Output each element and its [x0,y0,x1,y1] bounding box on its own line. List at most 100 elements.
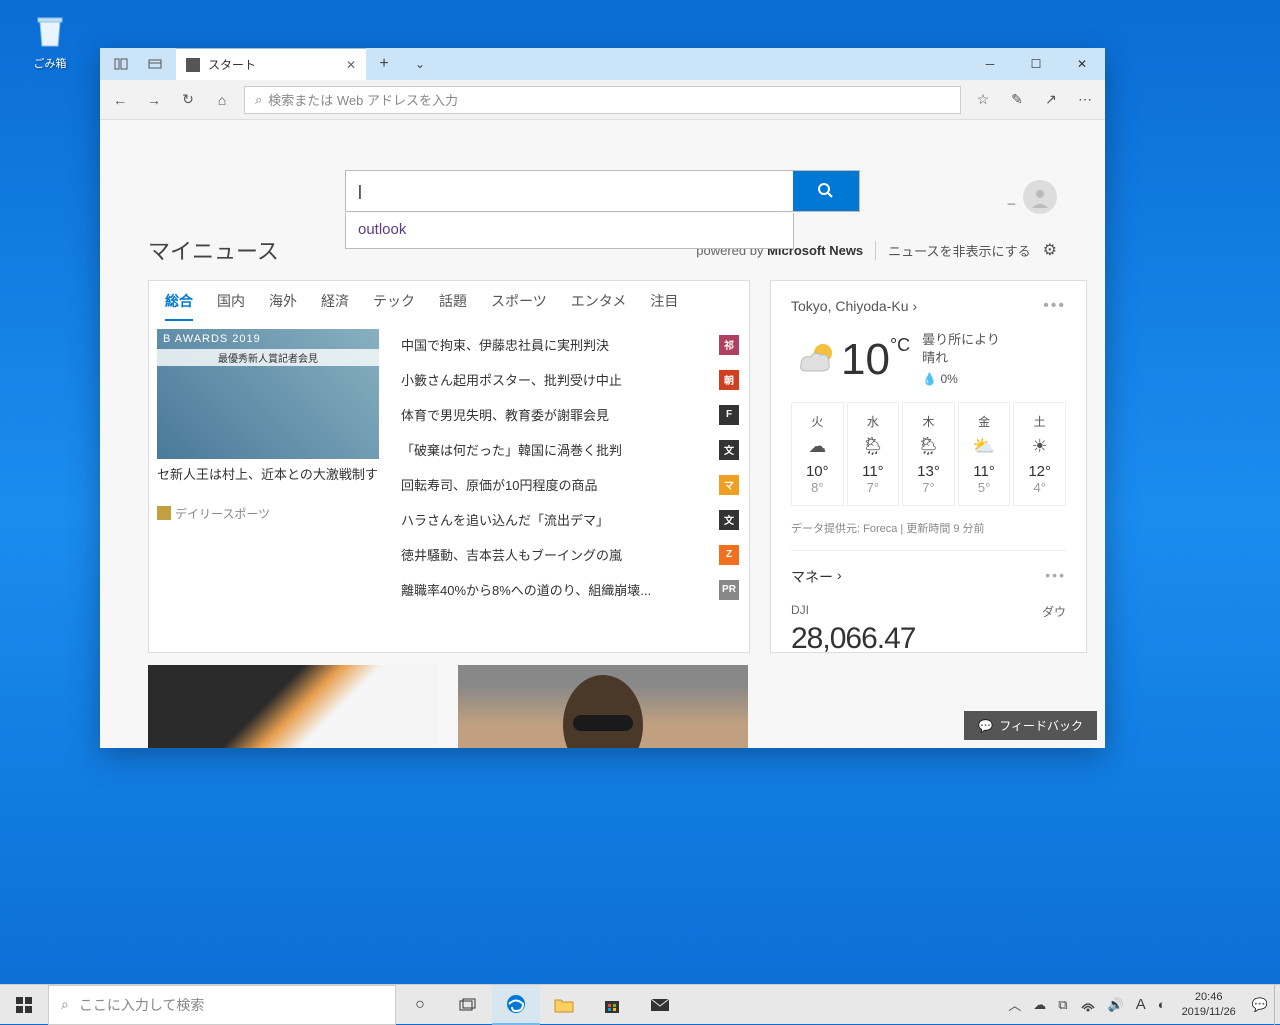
active-tab[interactable]: スタート ✕ [176,48,366,80]
forecast-row: 火☁10°8°水🌦11°7°木🌦13°7°金⛅11°5°土☀12°4° [791,402,1066,506]
new-tab-button[interactable]: + [366,48,402,80]
tray-ime-icon[interactable]: A [1130,996,1152,1013]
headline-row[interactable]: 回転寿司、原価が10円程度の商品マ [401,467,739,502]
taskbar-search-placeholder: ここに入力して検索 [79,995,205,1015]
news-image-card-2[interactable] [458,665,748,748]
forecast-day[interactable]: 土☀12°4° [1013,402,1066,506]
tab-favicon-icon [186,58,200,72]
app-store[interactable] [588,985,636,1025]
weather-desc: 曇り所により晴れ [922,331,1012,367]
forecast-day[interactable]: 水🌦11°7° [847,402,900,506]
tray-volume-icon[interactable]: 🔊 [1102,997,1130,1013]
weather-now-icon [791,335,841,385]
index-symbol: DJI [791,603,809,620]
feedback-icon: 💬 [978,719,993,733]
settings-icon[interactable]: ⚙ [1043,240,1057,260]
maximize-button[interactable]: ☐ [1013,48,1059,80]
tray-onedrive-icon[interactable]: ☁ [1027,997,1052,1013]
news-tab[interactable]: エンタメ [571,291,627,321]
tab-menu-icon[interactable]: ⌄ [402,48,438,80]
refresh-button[interactable]: ↻ [176,88,200,112]
news-tab[interactable]: 国内 [217,291,245,321]
forward-button[interactable]: → [142,88,166,112]
recycle-bin[interactable]: ごみ箱 [20,10,80,71]
share-button[interactable]: ↗ [1039,88,1063,112]
news-tab[interactable]: 話題 [439,291,467,321]
tray-notifications-icon[interactable]: 💬 [1246,997,1274,1013]
headlines-list: 中国で拘束、伊藤忠社員に実刑判決祁小籔さん起用ポスター、批判受け中止朝体育で男児… [379,321,749,613]
notes-button[interactable]: ✎ [1005,88,1029,112]
news-tabs: 総合国内海外経済テック話題スポーツエンタメ注目 [149,281,749,321]
close-window-button[interactable]: ✕ [1059,48,1105,80]
featured-title: セ新人王は村上、近本との大激戦制す [157,465,379,485]
featured-image: B AWARDS 2019 最優秀新人賞記者会見 [157,329,379,459]
headline-row[interactable]: 徳井騒動、吉本芸人もブーイングの嵐Z [401,537,739,572]
headline-row[interactable]: 離職率40%から8%への道のり、組織崩壊...PR [401,572,739,607]
app-explorer[interactable] [540,985,588,1025]
hide-news-link[interactable]: ニュースを非表示にする [875,241,1030,260]
page-search-input[interactable] [346,171,793,211]
news-tab[interactable]: 総合 [165,291,193,321]
headline-row[interactable]: 小籔さん起用ポスター、批判受け中止朝 [401,362,739,397]
page-content: outlook _ マイニュース powered by Microsoft Ne… [100,120,1105,748]
home-button[interactable]: ⌂ [210,88,234,112]
taskbar: ⌕ ここに入力して検索 ○ ︿ ☁ ⧉ 🔊 A ◐ 20:46 2019/11/… [0,984,1280,1024]
start-button[interactable] [0,985,48,1025]
task-view-icon[interactable] [444,985,492,1025]
weather-card: Tokyo, Chiyoda-Ku › ••• 10 °C 曇り所により晴れ 💧… [770,280,1087,653]
weather-rain: 💧 0% [922,371,1012,388]
tab-close-icon[interactable]: ✕ [346,58,356,72]
news-tab[interactable]: 海外 [269,291,297,321]
news-tab[interactable]: 注目 [650,291,678,321]
tray-network-icon[interactable] [1074,998,1102,1012]
favorites-button[interactable]: ☆ [971,88,995,112]
taskbar-search[interactable]: ⌕ ここに入力して検索 [48,985,396,1025]
forecast-day[interactable]: 木🌦13°7° [902,402,955,506]
news-tab[interactable]: 経済 [321,291,349,321]
tray-chevron-icon[interactable]: ︿ [1002,995,1027,1014]
headline-row[interactable]: 中国で拘束、伊藤忠社員に実刑判決祁 [401,327,739,362]
weather-temp: 10 [841,335,890,385]
show-desktop-button[interactable] [1274,985,1280,1025]
page-search-button[interactable] [793,171,859,211]
news-card: 総合国内海外経済テック話題スポーツエンタメ注目 B AWARDS 2019 最優… [148,280,750,653]
cortana-icon[interactable]: ○ [396,985,444,1025]
weather-attribution: データ提供元: Foreca | 更新時間 9 分前 [791,520,1066,551]
tray-ime-mode-icon[interactable]: ◐ [1152,997,1172,1012]
feedback-button[interactable]: 💬 フィードバック [964,711,1097,740]
tray-vm-icon[interactable]: ⧉ [1052,997,1073,1013]
toolbar: ← → ↻ ⌂ ⌕ 検索または Web アドレスを入力 ☆ ✎ ↗ ⋯ [100,80,1105,120]
weather-menu-icon[interactable]: ••• [1043,297,1066,315]
more-button[interactable]: ⋯ [1073,88,1097,112]
headline-row[interactable]: ハラさんを追い込んだ「流出デマ」文 [401,502,739,537]
featured-story[interactable]: B AWARDS 2019 最優秀新人賞記者会見 セ新人王は村上、近本との大激戦… [149,321,379,613]
headline-row[interactable]: 「破棄は何だった」韓国に渦巻く批判文 [401,432,739,467]
tab-title: スタート [208,56,338,73]
address-bar[interactable]: ⌕ 検索または Web アドレスを入力 [244,86,961,114]
address-placeholder: 検索または Web アドレスを入力 [268,90,458,109]
profile-avatar-icon[interactable] [1023,180,1057,214]
money-menu-icon[interactable]: ••• [1045,567,1066,587]
index-name: ダウ [1042,603,1066,620]
browser-window: スタート ✕ + ⌄ ─ ☐ ✕ ← → ↻ ⌂ ⌕ 検索または Web アドレ… [100,48,1105,748]
forecast-day[interactable]: 金⛅11°5° [958,402,1011,506]
search-suggestion[interactable]: outlook [345,213,794,249]
titlebar[interactable]: スタート ✕ + ⌄ ─ ☐ ✕ [100,48,1105,80]
money-title[interactable]: マネー [791,567,833,587]
tab-aside-icon[interactable] [106,48,136,80]
tray-clock[interactable]: 20:46 2019/11/26 [1172,990,1246,1019]
minimize-button[interactable]: ─ [967,48,1013,80]
news-image-card-1[interactable] [148,665,438,748]
search-icon: ⌕ [61,996,69,1013]
weather-location[interactable]: Tokyo, Chiyoda-Ku › [791,297,917,315]
page-search-bar: outlook [345,170,860,212]
news-tab[interactable]: テック [373,291,415,321]
forecast-day[interactable]: 火☁10°8° [791,402,844,506]
tab-preview-icon[interactable] [140,48,170,80]
headline-row[interactable]: 体育で男児失明、教育委が謝罪会見F [401,397,739,432]
back-button[interactable]: ← [108,88,132,112]
app-edge[interactable] [492,985,540,1025]
app-mail[interactable] [636,985,684,1025]
index-value: 28,066.47 [791,622,1066,656]
news-tab[interactable]: スポーツ [491,291,547,321]
